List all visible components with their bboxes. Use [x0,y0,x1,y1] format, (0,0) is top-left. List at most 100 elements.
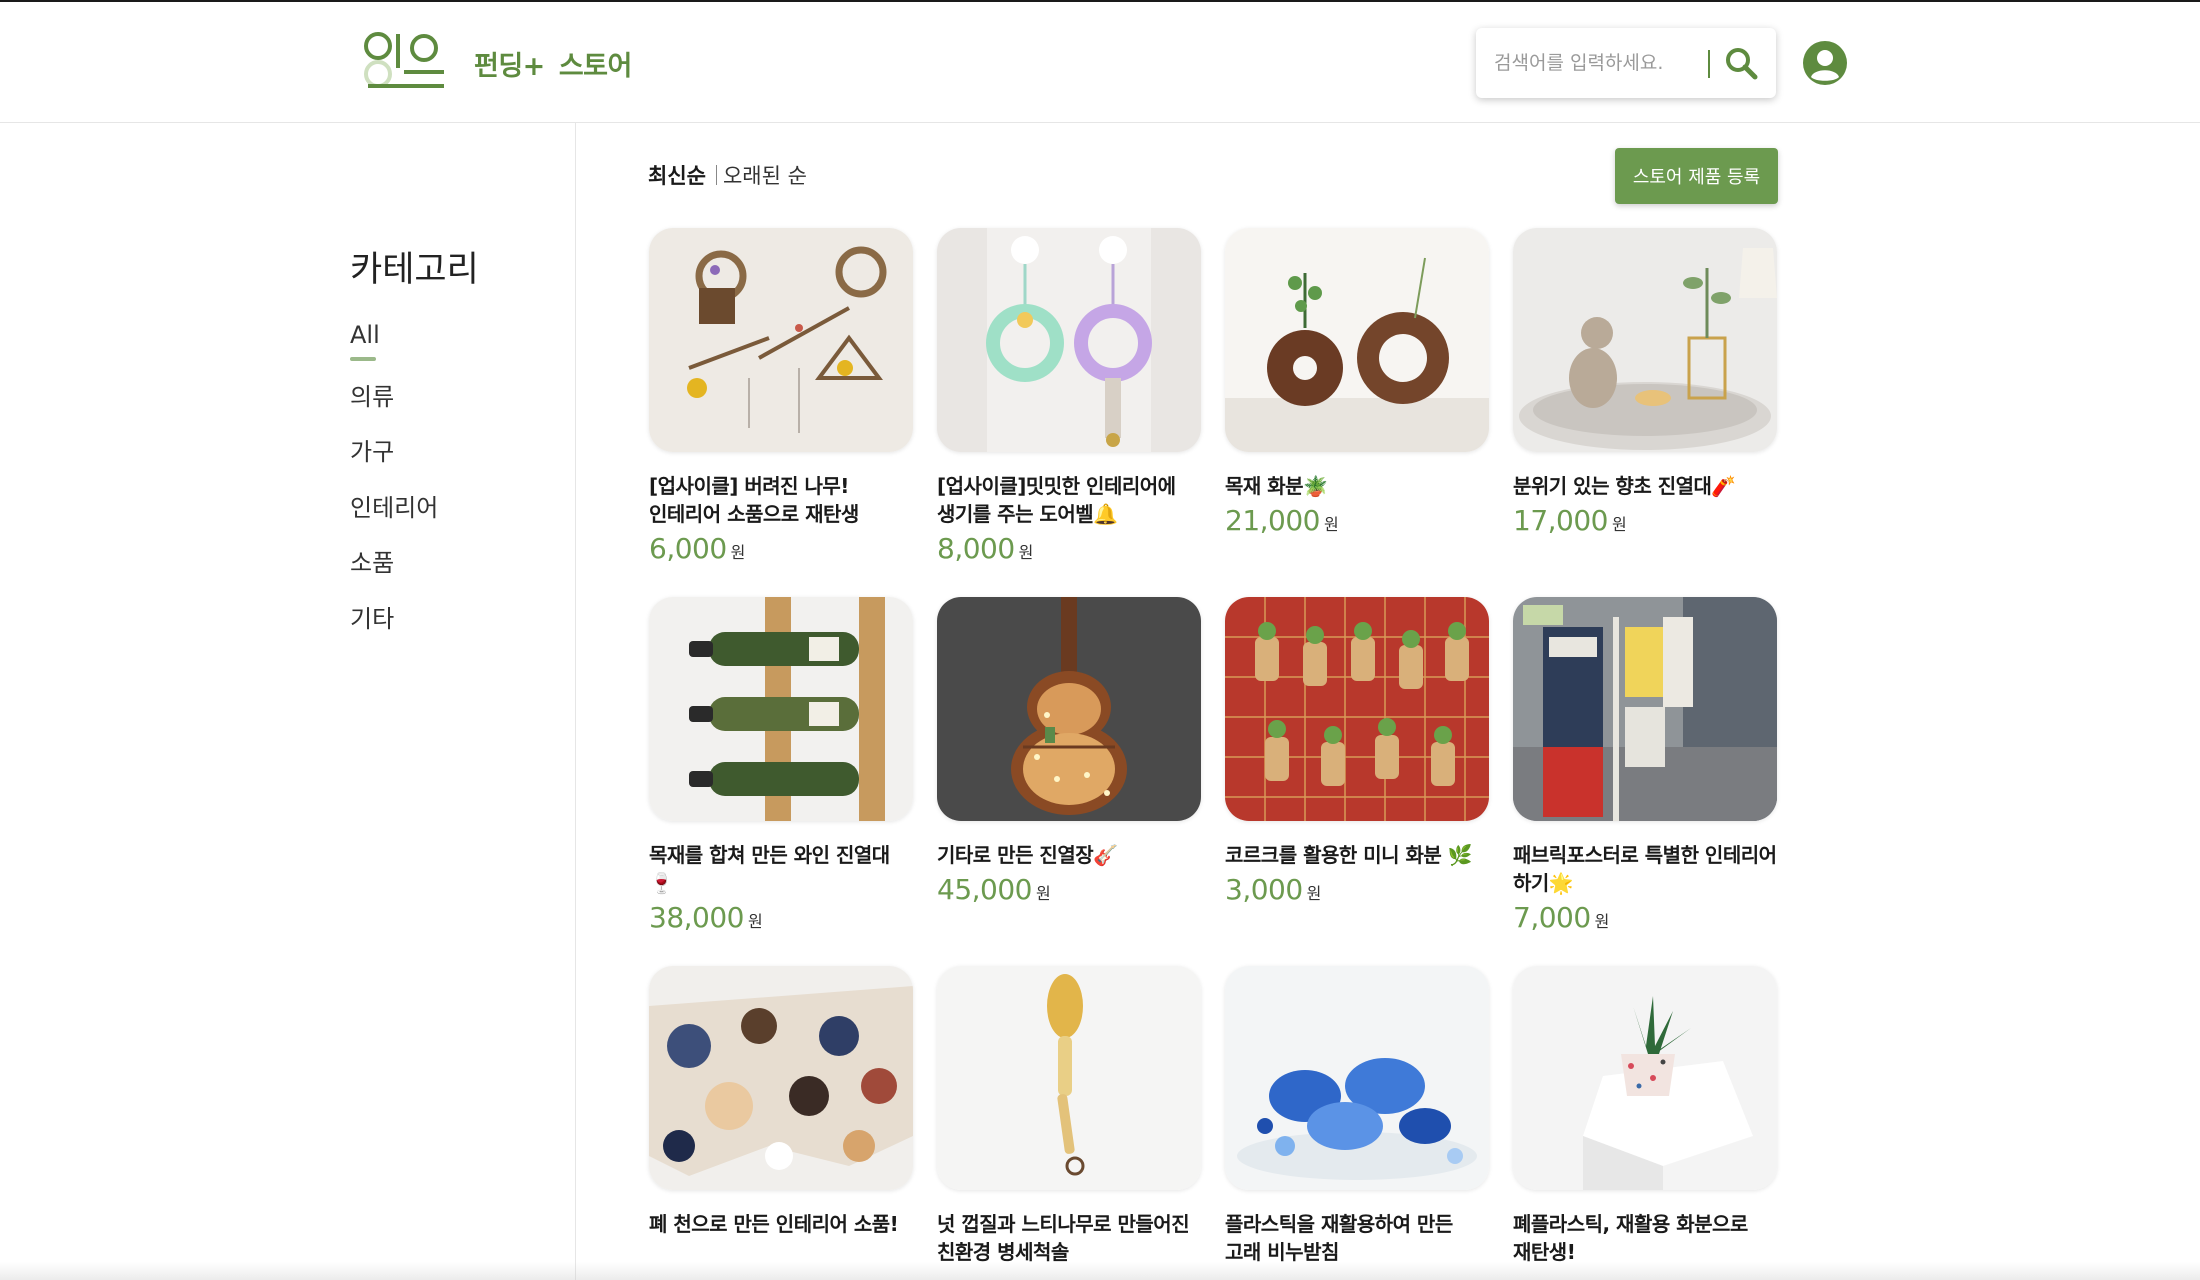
product-card[interactable]: 플라스틱을 재활용하여 만든 고래 비누받침 [1225,966,1489,1280]
product-card[interactable]: [업사이클]밋밋한 인테리어에 생기를 주는 도어벨🔔 8,000 원 [937,228,1201,597]
product-title: 플라스틱을 재활용하여 만든 고래 비누받침 [1225,1212,1453,1264]
price-unit: 원 [1035,884,1051,903]
product-card[interactable]: 폐 천으로 만든 인테리어 소품! [649,966,913,1280]
product-title: 목재 화분🪴 [1225,474,1328,498]
product-title: 기타로 만든 진열장🎸 [937,843,1118,867]
user-circle-icon [1803,41,1847,85]
product-card[interactable]: 목재 화분🪴 21,000 원 [1225,228,1489,597]
price-value: 7,000 [1513,901,1591,934]
product-title: 폐 천으로 만든 인테리어 소품! [649,1212,899,1236]
price-value: 45,000 [937,873,1032,906]
page-bottom-shadow [0,1262,2200,1280]
price-value: 38,000 [649,901,744,934]
sort-oldest[interactable]: 오래된 순 [723,160,807,190]
product-image [1513,597,1777,821]
product-image [649,597,913,821]
nav-funding[interactable]: 펀딩+ [474,44,545,83]
main-nav: 펀딩+ 스토어 [474,44,632,83]
category-list: All 의류 가구 인테리어 소품 기타 [350,321,438,654]
search-input[interactable] [1494,46,1714,80]
product-title: [업사이클]밋밋한 인테리어에 생기를 주는 도어벨🔔 [937,474,1176,526]
product-title: 분위기 있는 향초 진열대🧨 [1513,474,1736,498]
product-title: [업사이클] 버려진 나무! 인테리어 소품으로 재탄생 [649,474,859,526]
nav-store[interactable]: 스토어 [559,44,633,83]
category-label: All [350,321,380,349]
sort-newest[interactable]: 최신순 [648,160,706,190]
wood-wine-rack-image [649,597,913,821]
product-price: 21,000 원 [1225,504,1489,537]
bottle-brush-image [937,966,1201,1190]
product-image [1225,597,1489,821]
category-item-etc[interactable]: 기타 [350,599,438,655]
price-value: 6,000 [649,532,727,565]
crochet-doorbell-image [937,228,1201,452]
wooden-ring-vase-image [1225,228,1489,452]
product-title: 코르크를 활용한 미니 화분 🌿 [1225,843,1473,867]
category-item-interior[interactable]: 인테리어 [350,488,438,544]
price-value: 17,000 [1513,504,1608,537]
candle-tray-sculpture-image [1513,228,1777,452]
search-icon [1726,48,1758,80]
wall-wreath-decor-image [649,228,913,452]
product-title: 폐플라스틱, 재활용 화분으로 재탄생! [1513,1212,1748,1264]
register-product-button[interactable]: 스토어 제품 등록 [1615,148,1778,204]
product-image [937,228,1201,452]
price-unit: 원 [1018,543,1034,562]
whale-soap-dish-image [1225,966,1489,1190]
price-value: 3,000 [1225,873,1303,906]
product-image [1513,966,1777,1190]
active-indicator [350,357,376,361]
category-label: 기타 [350,604,395,633]
price-unit: 원 [747,912,763,931]
cork-mini-pots-image [1225,597,1489,821]
product-image [937,597,1201,821]
search-box [1476,28,1776,98]
price-unit: 원 [1323,515,1339,534]
fabric-scrap-tapestry-image [649,966,913,1190]
price-unit: 원 [1306,884,1322,903]
category-label: 가구 [350,438,395,466]
product-image [649,966,913,1190]
product-price: 17,000 원 [1513,504,1777,537]
product-price: 7,000 원 [1513,901,1777,934]
profile-button[interactable] [1802,40,1848,86]
price-value: 8,000 [937,532,1015,565]
category-sidebar: 카테고리 All 의류 가구 인테리어 소품 기타 [0,123,576,1280]
product-image [1513,228,1777,452]
category-item-furniture[interactable]: 가구 [350,432,438,488]
guitar-shelf-image [937,597,1201,821]
logo-mark-icon [364,32,444,88]
product-title: 패브릭포스터로 특별한 인테리어 하기🌟 [1513,843,1777,895]
product-card[interactable]: 코르크를 활용한 미니 화분 🌿 3,000 원 [1225,597,1489,966]
search-divider [1708,50,1710,78]
product-card[interactable]: [업사이클] 버려진 나무! 인테리어 소품으로 재탄생 6,000 원 [649,228,913,597]
product-title: 목재를 합쳐 만든 와인 진열대🍷 [649,843,890,895]
product-price: 3,000 원 [1225,873,1489,906]
product-image [1225,228,1489,452]
product-card[interactable]: 폐플라스틱, 재활용 화분으로 재탄생! [1513,966,1777,1280]
product-card[interactable]: 분위기 있는 향초 진열대🧨 17,000 원 [1513,228,1777,597]
site-header: 펀딩+ 스토어 [0,2,2200,123]
category-label: 소품 [350,549,395,577]
product-card[interactable]: 기타로 만든 진열장🎸 45,000 원 [937,597,1201,966]
product-image [649,228,913,452]
product-price: 6,000 원 [649,532,913,565]
product-image [937,966,1201,1190]
product-card[interactable]: 패브릭포스터로 특별한 인테리어 하기🌟 7,000 원 [1513,597,1777,966]
price-unit: 원 [1611,515,1627,534]
product-card[interactable]: 목재를 합쳐 만든 와인 진열대🍷 38,000 원 [649,597,913,966]
category-item-all[interactable]: All [350,321,438,377]
terrazzo-pot-image [1513,966,1777,1190]
product-title: 넛 껍질과 느티나무로 만들어진 친환경 병세척솔 [937,1212,1190,1264]
category-item-accessories[interactable]: 소품 [350,543,438,599]
category-title: 카테고리 [350,250,479,290]
logo[interactable] [362,30,446,90]
category-label: 인테리어 [350,493,439,522]
product-price: 45,000 원 [937,873,1201,906]
product-card[interactable]: 넛 껍질과 느티나무로 만들어진 친환경 병세척솔 [937,966,1201,1280]
search-button[interactable] [1722,44,1762,84]
product-grid: [업사이클] 버려진 나무! 인테리어 소품으로 재탄생 6,000 원 [업사… [649,228,1777,1280]
category-item-clothing[interactable]: 의류 [350,377,438,433]
price-unit: 원 [730,543,746,562]
product-image [1225,966,1489,1190]
